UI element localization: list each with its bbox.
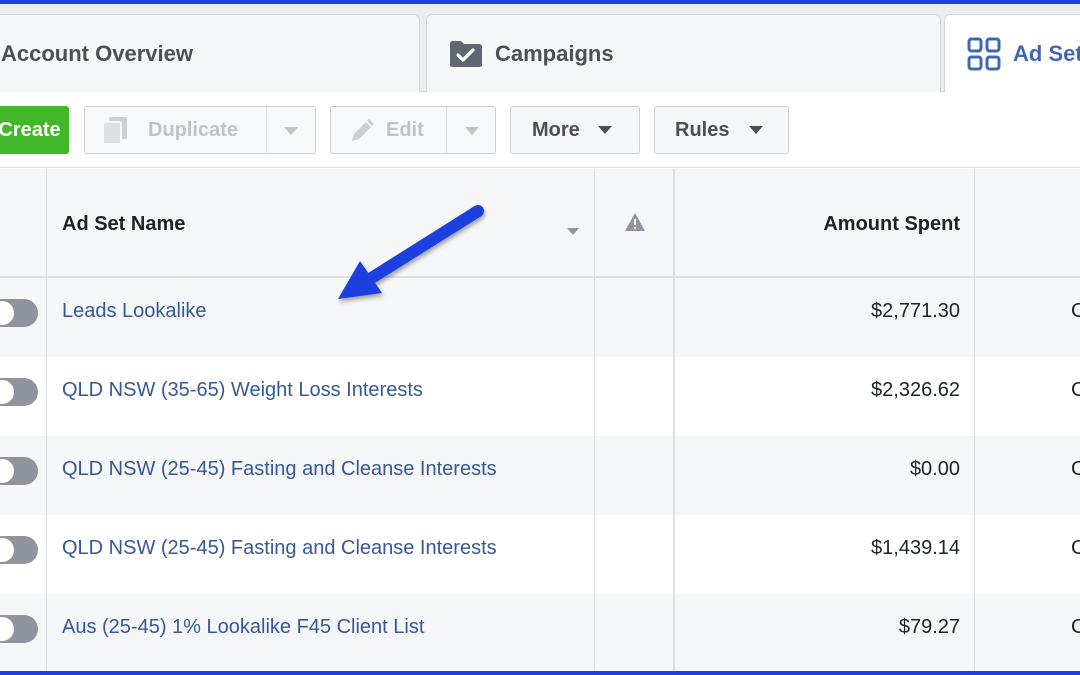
- next-column-value: C: [1071, 379, 1080, 401]
- toggle-knob: [0, 301, 14, 325]
- duplicate-button-label: Duplicate: [148, 119, 239, 141]
- table-row: QLD NSW (25-45) Fasting and Cleanse Inte…: [0, 515, 1080, 594]
- tab-ad-sets[interactable]: Ad Sets: [944, 14, 1080, 94]
- next-column-value: C: [1071, 616, 1080, 638]
- duplicate-button[interactable]: Duplicate: [84, 106, 316, 154]
- frame-top-border: [0, 0, 1080, 4]
- copy-icon: [101, 116, 135, 152]
- chevron-down-icon: [749, 126, 764, 134]
- column-divider: [46, 169, 47, 671]
- table-header: Ad Set Name Amount Spent: [0, 169, 1080, 278]
- amount-spent-value: $2,771.30: [871, 300, 960, 322]
- next-column-value: C: [1071, 300, 1080, 322]
- sort-caret-icon[interactable]: [567, 222, 579, 240]
- tab-account-overview[interactable]: Account Overview: [0, 14, 420, 93]
- toggle-knob: [0, 380, 14, 404]
- toggle-switch[interactable]: [0, 299, 38, 327]
- toggle-switch[interactable]: [0, 457, 38, 485]
- next-column-value: C: [1071, 458, 1080, 480]
- duplicate-split-divider: [266, 107, 267, 153]
- pencil-icon: [349, 118, 375, 150]
- grid-icon: [967, 37, 1001, 71]
- more-button-label: More: [532, 118, 580, 141]
- tab-campaigns-label: Campaigns: [495, 41, 614, 66]
- amount-spent-value: $79.27: [898, 616, 960, 638]
- create-button[interactable]: Create: [0, 106, 69, 154]
- warning-icon: [624, 212, 646, 237]
- table-row: QLD NSW (35-65) Weight Loss Interests $2…: [0, 357, 1080, 436]
- edit-button[interactable]: Edit: [330, 106, 496, 154]
- frame-bottom-border: [0, 671, 1080, 675]
- ad-set-name-link[interactable]: Aus (25-45) 1% Lookalike F45 Client List: [62, 616, 424, 639]
- amount-spent-value: $2,326.62: [871, 379, 960, 401]
- column-header-amount-spent[interactable]: Amount Spent: [823, 213, 960, 236]
- chevron-down-icon: [597, 126, 612, 134]
- tab-ad-sets-label: Ad Sets: [1013, 41, 1080, 66]
- amount-spent-value: $0.00: [909, 458, 960, 480]
- toggle-knob: [0, 459, 14, 483]
- ad-set-name-link[interactable]: QLD NSW (35-65) Weight Loss Interests: [62, 379, 423, 402]
- rules-button[interactable]: Rules: [654, 106, 789, 154]
- tab-bar: Account Overview Campaigns Ad Sets: [0, 4, 1080, 94]
- edit-button-label: Edit: [386, 119, 424, 141]
- toggle-knob: [0, 617, 14, 641]
- annotation-arrow: [320, 195, 495, 320]
- column-divider: [673, 169, 675, 671]
- ad-sets-table: Ad Set Name Amount Spent Leads Lookalike…: [0, 169, 1080, 673]
- next-column-value: C: [1071, 537, 1080, 559]
- column-header-ad-set-name[interactable]: Ad Set Name: [62, 213, 185, 236]
- more-button[interactable]: More: [510, 106, 640, 154]
- table-row: Leads Lookalike $2,771.30 C: [0, 278, 1080, 357]
- rules-button-label: Rules: [675, 118, 730, 141]
- ad-set-name-link[interactable]: Leads Lookalike: [62, 300, 207, 323]
- ad-set-name-link[interactable]: QLD NSW (25-45) Fasting and Cleanse Inte…: [62, 458, 497, 481]
- toggle-switch[interactable]: [0, 536, 38, 564]
- toggle-switch[interactable]: [0, 615, 38, 643]
- toggle-switch[interactable]: [0, 378, 38, 406]
- table-row: Aus (25-45) 1% Lookalike F45 Client List…: [0, 594, 1080, 673]
- ad-set-name-link[interactable]: QLD NSW (25-45) Fasting and Cleanse Inte…: [62, 537, 497, 560]
- tab-campaigns[interactable]: Campaigns: [426, 14, 941, 93]
- tab-account-overview-label: Account Overview: [1, 41, 193, 66]
- amount-spent-value: $1,439.14: [871, 537, 960, 559]
- create-button-label: Create: [0, 118, 61, 141]
- edit-split-divider: [446, 107, 447, 153]
- chevron-down-icon[interactable]: [284, 127, 298, 135]
- toggle-knob: [0, 538, 14, 562]
- column-divider: [594, 169, 595, 671]
- column-divider: [974, 169, 975, 671]
- toolbar: Create Duplicate Edit More Rules: [0, 92, 1080, 168]
- chevron-down-icon[interactable]: [465, 127, 479, 135]
- checked-folder-icon: [449, 40, 483, 68]
- table-row: QLD NSW (25-45) Fasting and Cleanse Inte…: [0, 436, 1080, 515]
